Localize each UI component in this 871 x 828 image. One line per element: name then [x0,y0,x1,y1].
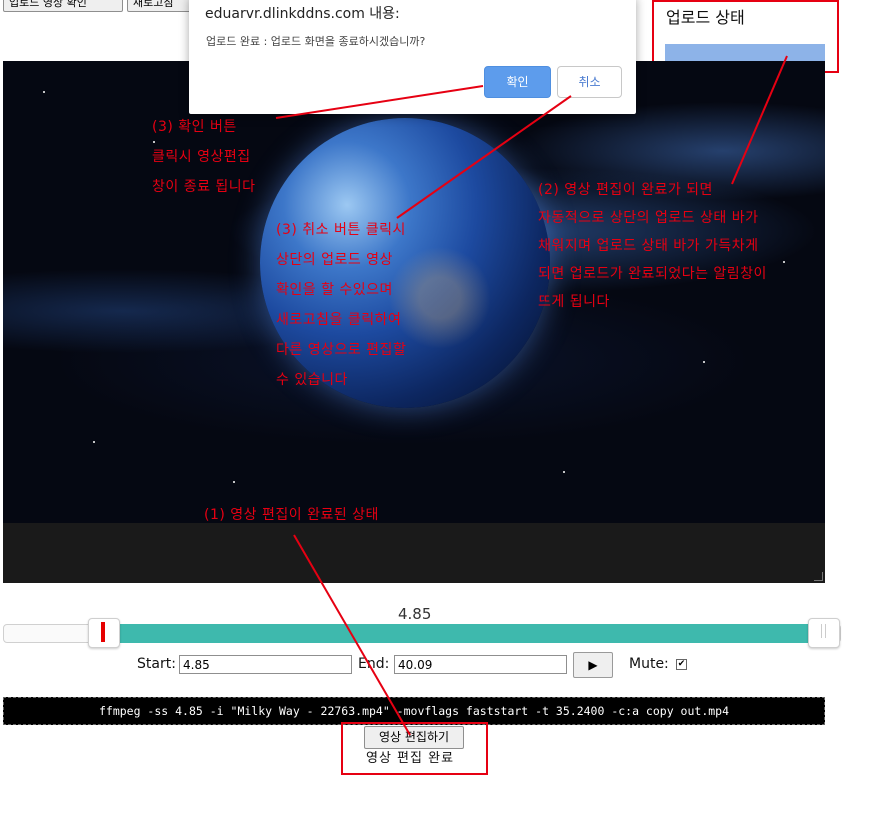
arrow-edit [293,534,411,736]
arrow-upload [731,55,788,185]
annotation-arrows [275,55,788,736]
arrow-cancel [396,95,572,219]
arrow-ok [275,85,484,119]
